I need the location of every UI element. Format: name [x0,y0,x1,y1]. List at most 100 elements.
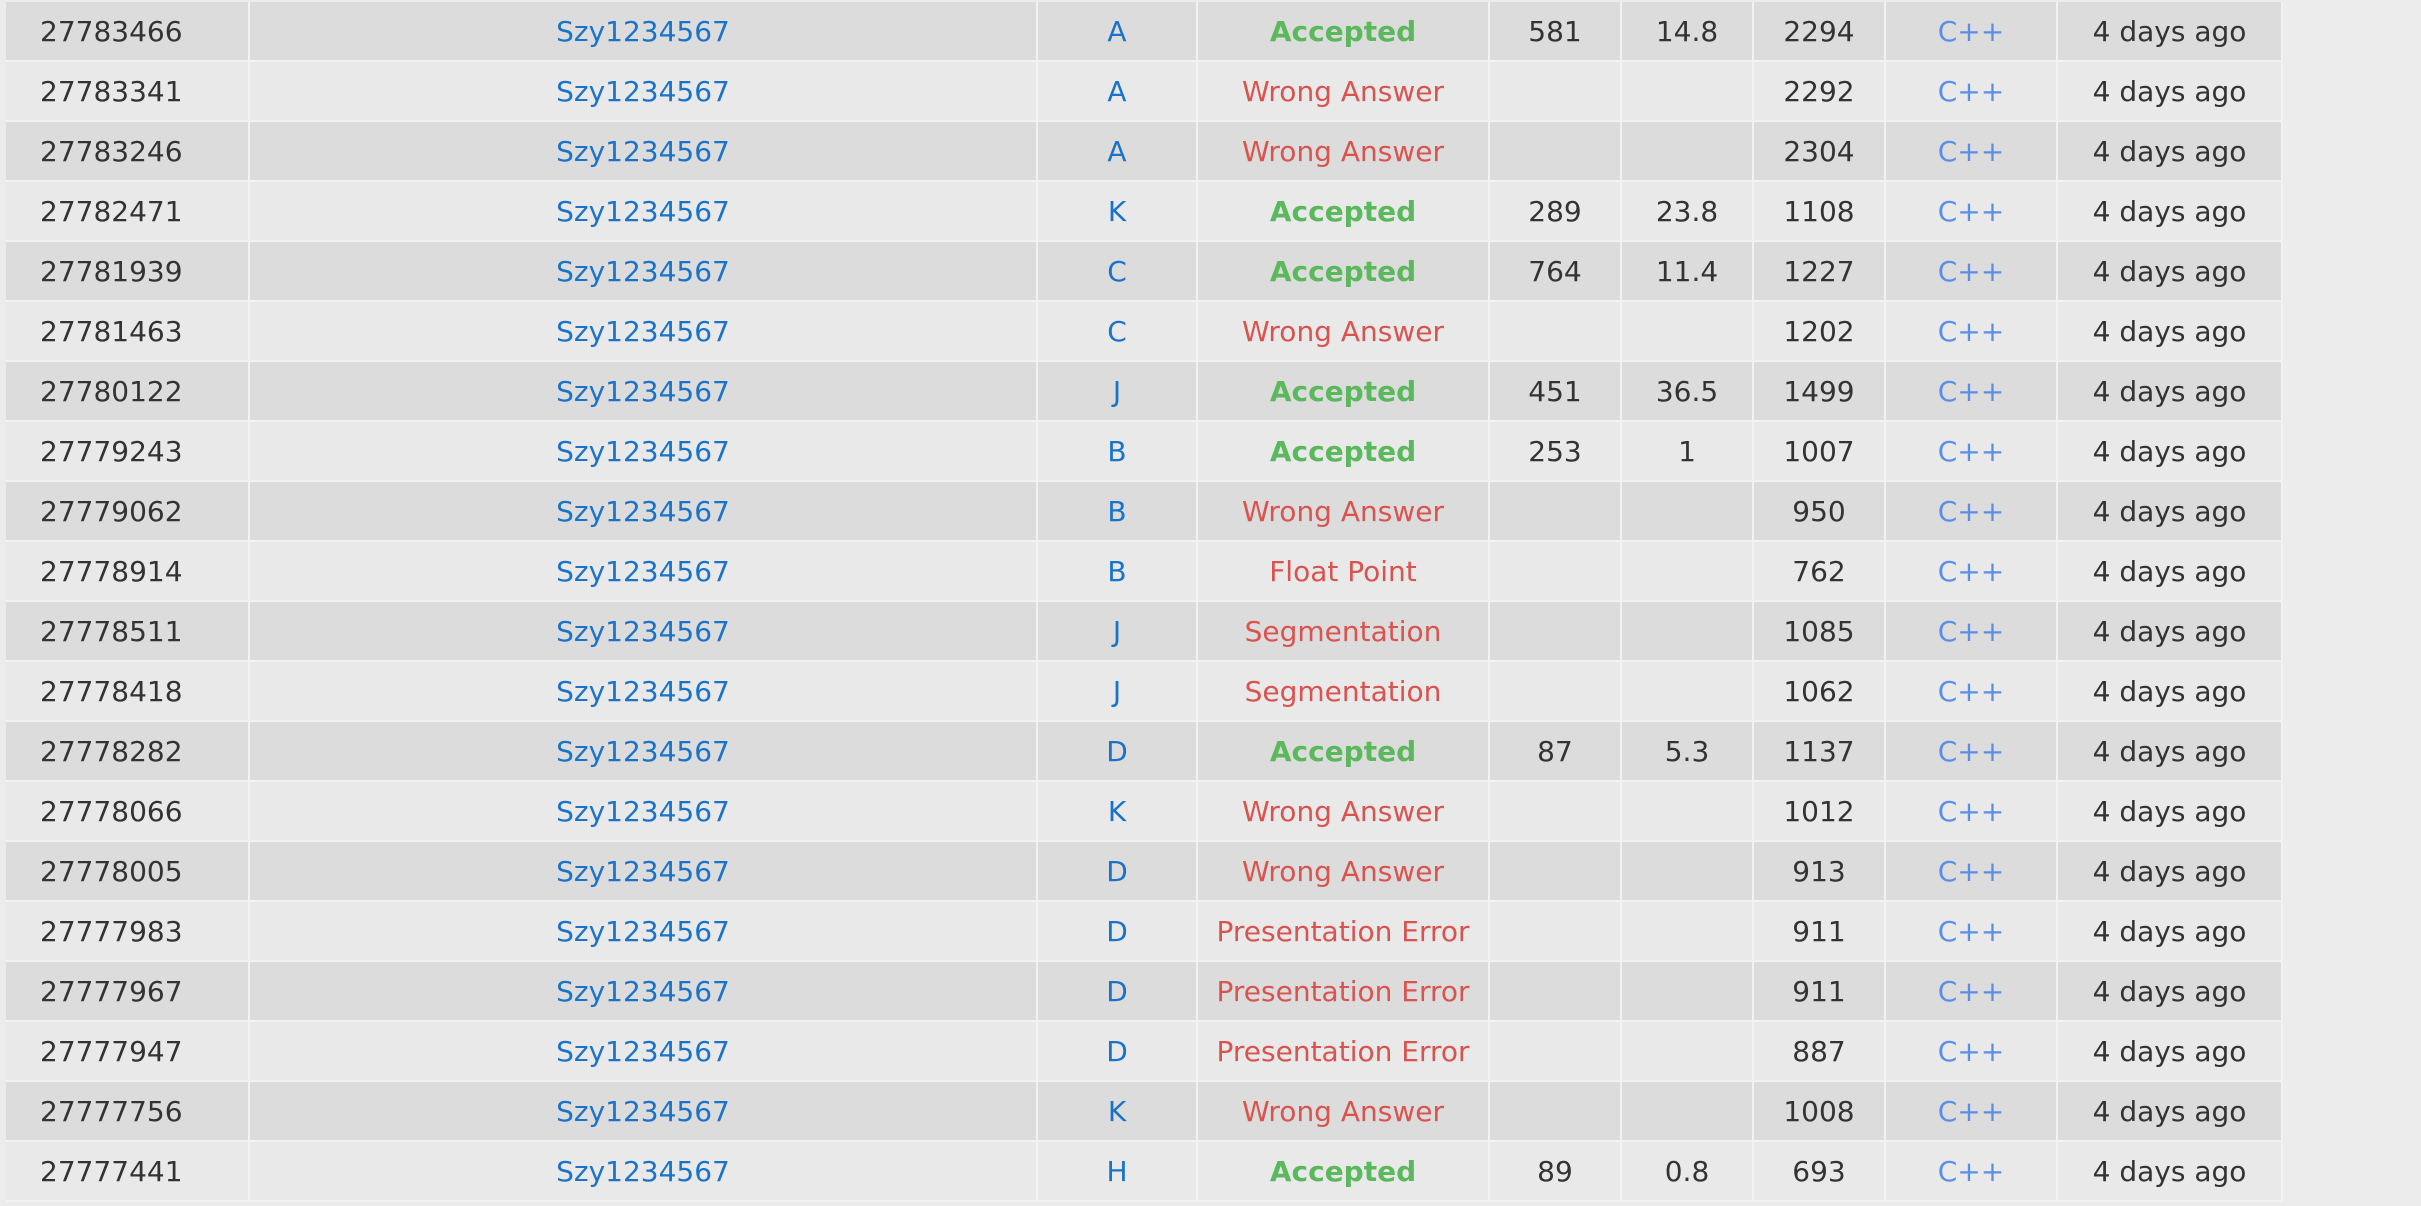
user-link[interactable]: Szy1234567 [556,195,730,228]
table-row: 27782471 Szy1234567 K Accepted 289 23.8 1108 C+… [6,181,2283,242]
problem-link[interactable]: A [1107,15,1126,48]
user-link[interactable]: Szy1234567 [556,435,730,468]
run-id: 27783341 [40,74,183,108]
submit-time-cell: 4 days ago [2057,1081,2283,1142]
user-link[interactable]: Szy1234567 [556,855,730,888]
problem-link[interactable]: H [1106,1155,1127,1188]
problem-link[interactable]: B [1107,435,1126,468]
user-link[interactable]: Szy1234567 [556,75,730,108]
submit-time-cell: 4 days ago [2057,721,2283,782]
submit-time-cell: 4 days ago [2057,781,2283,842]
user-link[interactable]: Szy1234567 [556,495,730,528]
memory-cell [1621,61,1754,122]
code-length: 1062 [1783,674,1855,708]
run-id-cell: 27780122 [6,361,250,422]
language-link[interactable]: C++ [1938,555,2004,588]
language-link[interactable]: C++ [1938,795,2004,828]
language-link[interactable]: C++ [1938,255,2004,288]
length-cell: 2294 [1753,2,1886,62]
user-link[interactable]: Szy1234567 [556,375,730,408]
user-link[interactable]: Szy1234567 [556,555,730,588]
problem-link[interactable]: K [1108,195,1126,228]
memory-cell: 36.5 [1621,361,1754,422]
table-row: 27781939 Szy1234567 C Accepted 764 11.4 1227 C+… [6,241,2283,302]
problem-link[interactable]: C [1107,315,1127,348]
language-link[interactable]: C++ [1938,495,2004,528]
run-id-cell: 27777983 [6,901,250,962]
submit-time-cell: 4 days ago [2057,361,2283,422]
user-link[interactable]: Szy1234567 [556,795,730,828]
language-link[interactable]: C++ [1938,855,2004,888]
language-link[interactable]: C++ [1938,915,2004,948]
user-link[interactable]: Szy1234567 [556,15,730,48]
user-link[interactable]: Szy1234567 [556,315,730,348]
language-link[interactable]: C++ [1938,135,2004,168]
problem-link[interactable]: D [1106,915,1128,948]
user-link[interactable]: Szy1234567 [556,1035,730,1068]
language-link[interactable]: C++ [1938,435,2004,468]
problem-link[interactable]: D [1106,975,1128,1008]
language-link[interactable]: C++ [1938,615,2004,648]
problem-cell: K [1037,181,1198,242]
language-link[interactable]: C++ [1938,675,2004,708]
problem-link[interactable]: J [1113,675,1121,708]
submit-time: 4 days ago [2092,974,2247,1008]
table-row: 27777947 Szy1234567 D Presentation Error 887… [6,1021,2283,1082]
language-link[interactable]: C++ [1938,195,2004,228]
time-cell [1489,121,1622,182]
language-link[interactable]: C++ [1938,75,2004,108]
language-cell: C++ [1885,781,2058,842]
language-link[interactable]: C++ [1938,1095,2004,1128]
user-link[interactable]: Szy1234567 [556,1155,730,1188]
submit-time: 4 days ago [2092,1094,2247,1128]
problem-link[interactable]: J [1113,375,1121,408]
user-link[interactable]: Szy1234567 [556,615,730,648]
problem-link[interactable]: A [1107,135,1126,168]
language-cell: C++ [1885,61,2058,122]
problem-link[interactable]: K [1108,1095,1126,1128]
language-link[interactable]: C++ [1938,735,2004,768]
submit-time: 4 days ago [2092,794,2247,828]
language-link[interactable]: C++ [1938,315,2004,348]
user-link[interactable]: Szy1234567 [556,975,730,1008]
problem-link[interactable]: D [1106,855,1128,888]
user-link[interactable]: Szy1234567 [556,675,730,708]
user-link[interactable]: Szy1234567 [556,915,730,948]
user-link[interactable]: Szy1234567 [556,1095,730,1128]
problem-link[interactable]: A [1107,75,1126,108]
submit-time-cell: 4 days ago [2057,1021,2283,1082]
memory-cell [1621,1081,1754,1142]
problem-link[interactable]: J [1113,615,1121,648]
run-id-cell: 27778005 [6,841,250,902]
result-cell: Accepted [1197,2,1490,62]
problem-link[interactable]: K [1108,795,1126,828]
user-link[interactable]: Szy1234567 [556,255,730,288]
language-link[interactable]: C++ [1938,15,2004,48]
problem-link[interactable]: C [1107,255,1127,288]
problem-link[interactable]: B [1107,495,1126,528]
code-length: 1008 [1783,1094,1855,1128]
submit-time-cell: 4 days ago [2057,481,2283,542]
language-link[interactable]: C++ [1938,975,2004,1008]
problem-link[interactable]: D [1106,1035,1128,1068]
run-id-cell: 27778418 [6,661,250,722]
run-id-cell: 27778066 [6,781,250,842]
language-cell: C++ [1885,1141,2058,1202]
user-link[interactable]: Szy1234567 [556,735,730,768]
language-link[interactable]: C++ [1938,1155,2004,1188]
language-link[interactable]: C++ [1938,1035,2004,1068]
submit-time-cell: 4 days ago [2057,421,2283,482]
result-status: Presentation Error [1216,974,1470,1008]
run-id-cell: 27782471 [6,181,250,242]
result-status: Float Point [1269,554,1417,588]
problem-link[interactable]: D [1106,735,1128,768]
problem-link[interactable]: B [1107,555,1126,588]
code-length: 950 [1792,494,1846,528]
run-id: 27777983 [40,914,183,948]
language-cell: C++ [1885,421,2058,482]
user-link[interactable]: Szy1234567 [556,135,730,168]
table-row: 27778066 Szy1234567 K Wrong Answer 1012 C++ 4 … [6,781,2283,842]
submit-time-cell: 4 days ago [2057,901,2283,962]
problem-cell: K [1037,781,1198,842]
language-link[interactable]: C++ [1938,375,2004,408]
